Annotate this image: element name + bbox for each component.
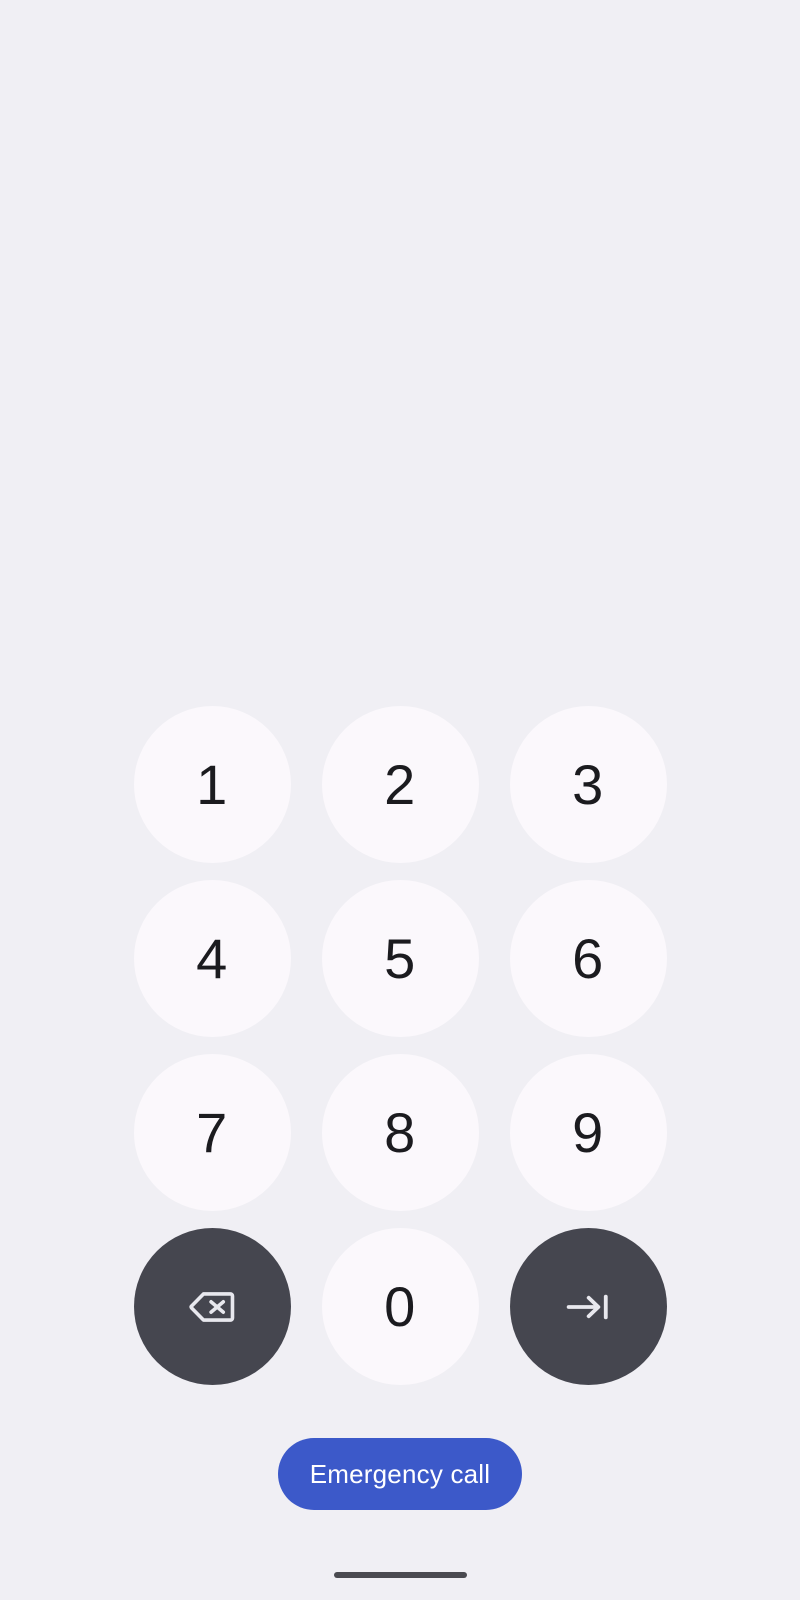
keypad-key-1[interactable]: 1 [133,706,291,863]
keypad-key-2[interactable]: 2 [321,706,479,863]
system-navigation-bar [0,1572,800,1578]
keypad-row-4: 0 [133,1228,667,1385]
keypad-key-7[interactable]: 7 [133,1054,291,1211]
keypad-key-4[interactable]: 4 [133,880,291,1037]
pin-display-area [0,0,800,700]
pin-keypad: 1 2 3 4 5 6 7 8 9 0 [0,706,800,1385]
keypad-row-2: 4 5 6 [133,880,667,1037]
keypad-key-6-label: 6 [572,926,604,990]
keypad-key-4-label: 4 [196,926,228,990]
keypad-key-1-label: 1 [196,752,228,816]
keypad-key-8-label: 8 [384,1100,416,1164]
gesture-home-indicator[interactable] [333,1572,467,1578]
keypad-key-5[interactable]: 5 [321,880,479,1037]
keypad-key-5-label: 5 [384,926,416,990]
keypad-key-3[interactable]: 3 [509,706,667,863]
keypad-key-3-label: 3 [572,752,604,816]
emergency-call-area: Emergency call [0,1438,800,1510]
emergency-call-button[interactable]: Emergency call [277,1438,523,1510]
keypad-row-3: 7 8 9 [133,1054,667,1211]
backspace-icon [189,1291,235,1322]
keypad-key-6[interactable]: 6 [509,880,667,1037]
keypad-key-7-label: 7 [196,1100,228,1164]
enter-icon [566,1294,608,1319]
keypad-key-9[interactable]: 9 [509,1054,667,1211]
keypad-key-9-label: 9 [572,1100,604,1164]
keypad-key-enter[interactable] [509,1228,667,1385]
keypad-key-8[interactable]: 8 [321,1054,479,1211]
keypad-row-1: 1 2 3 [133,706,667,863]
keypad-key-backspace[interactable] [133,1228,291,1385]
keypad-key-0-label: 0 [384,1274,416,1338]
keypad-key-2-label: 2 [384,752,416,816]
lock-screen: 1 2 3 4 5 6 7 8 9 0 Emergency call [0,0,800,1600]
keypad-key-0[interactable]: 0 [321,1228,479,1385]
